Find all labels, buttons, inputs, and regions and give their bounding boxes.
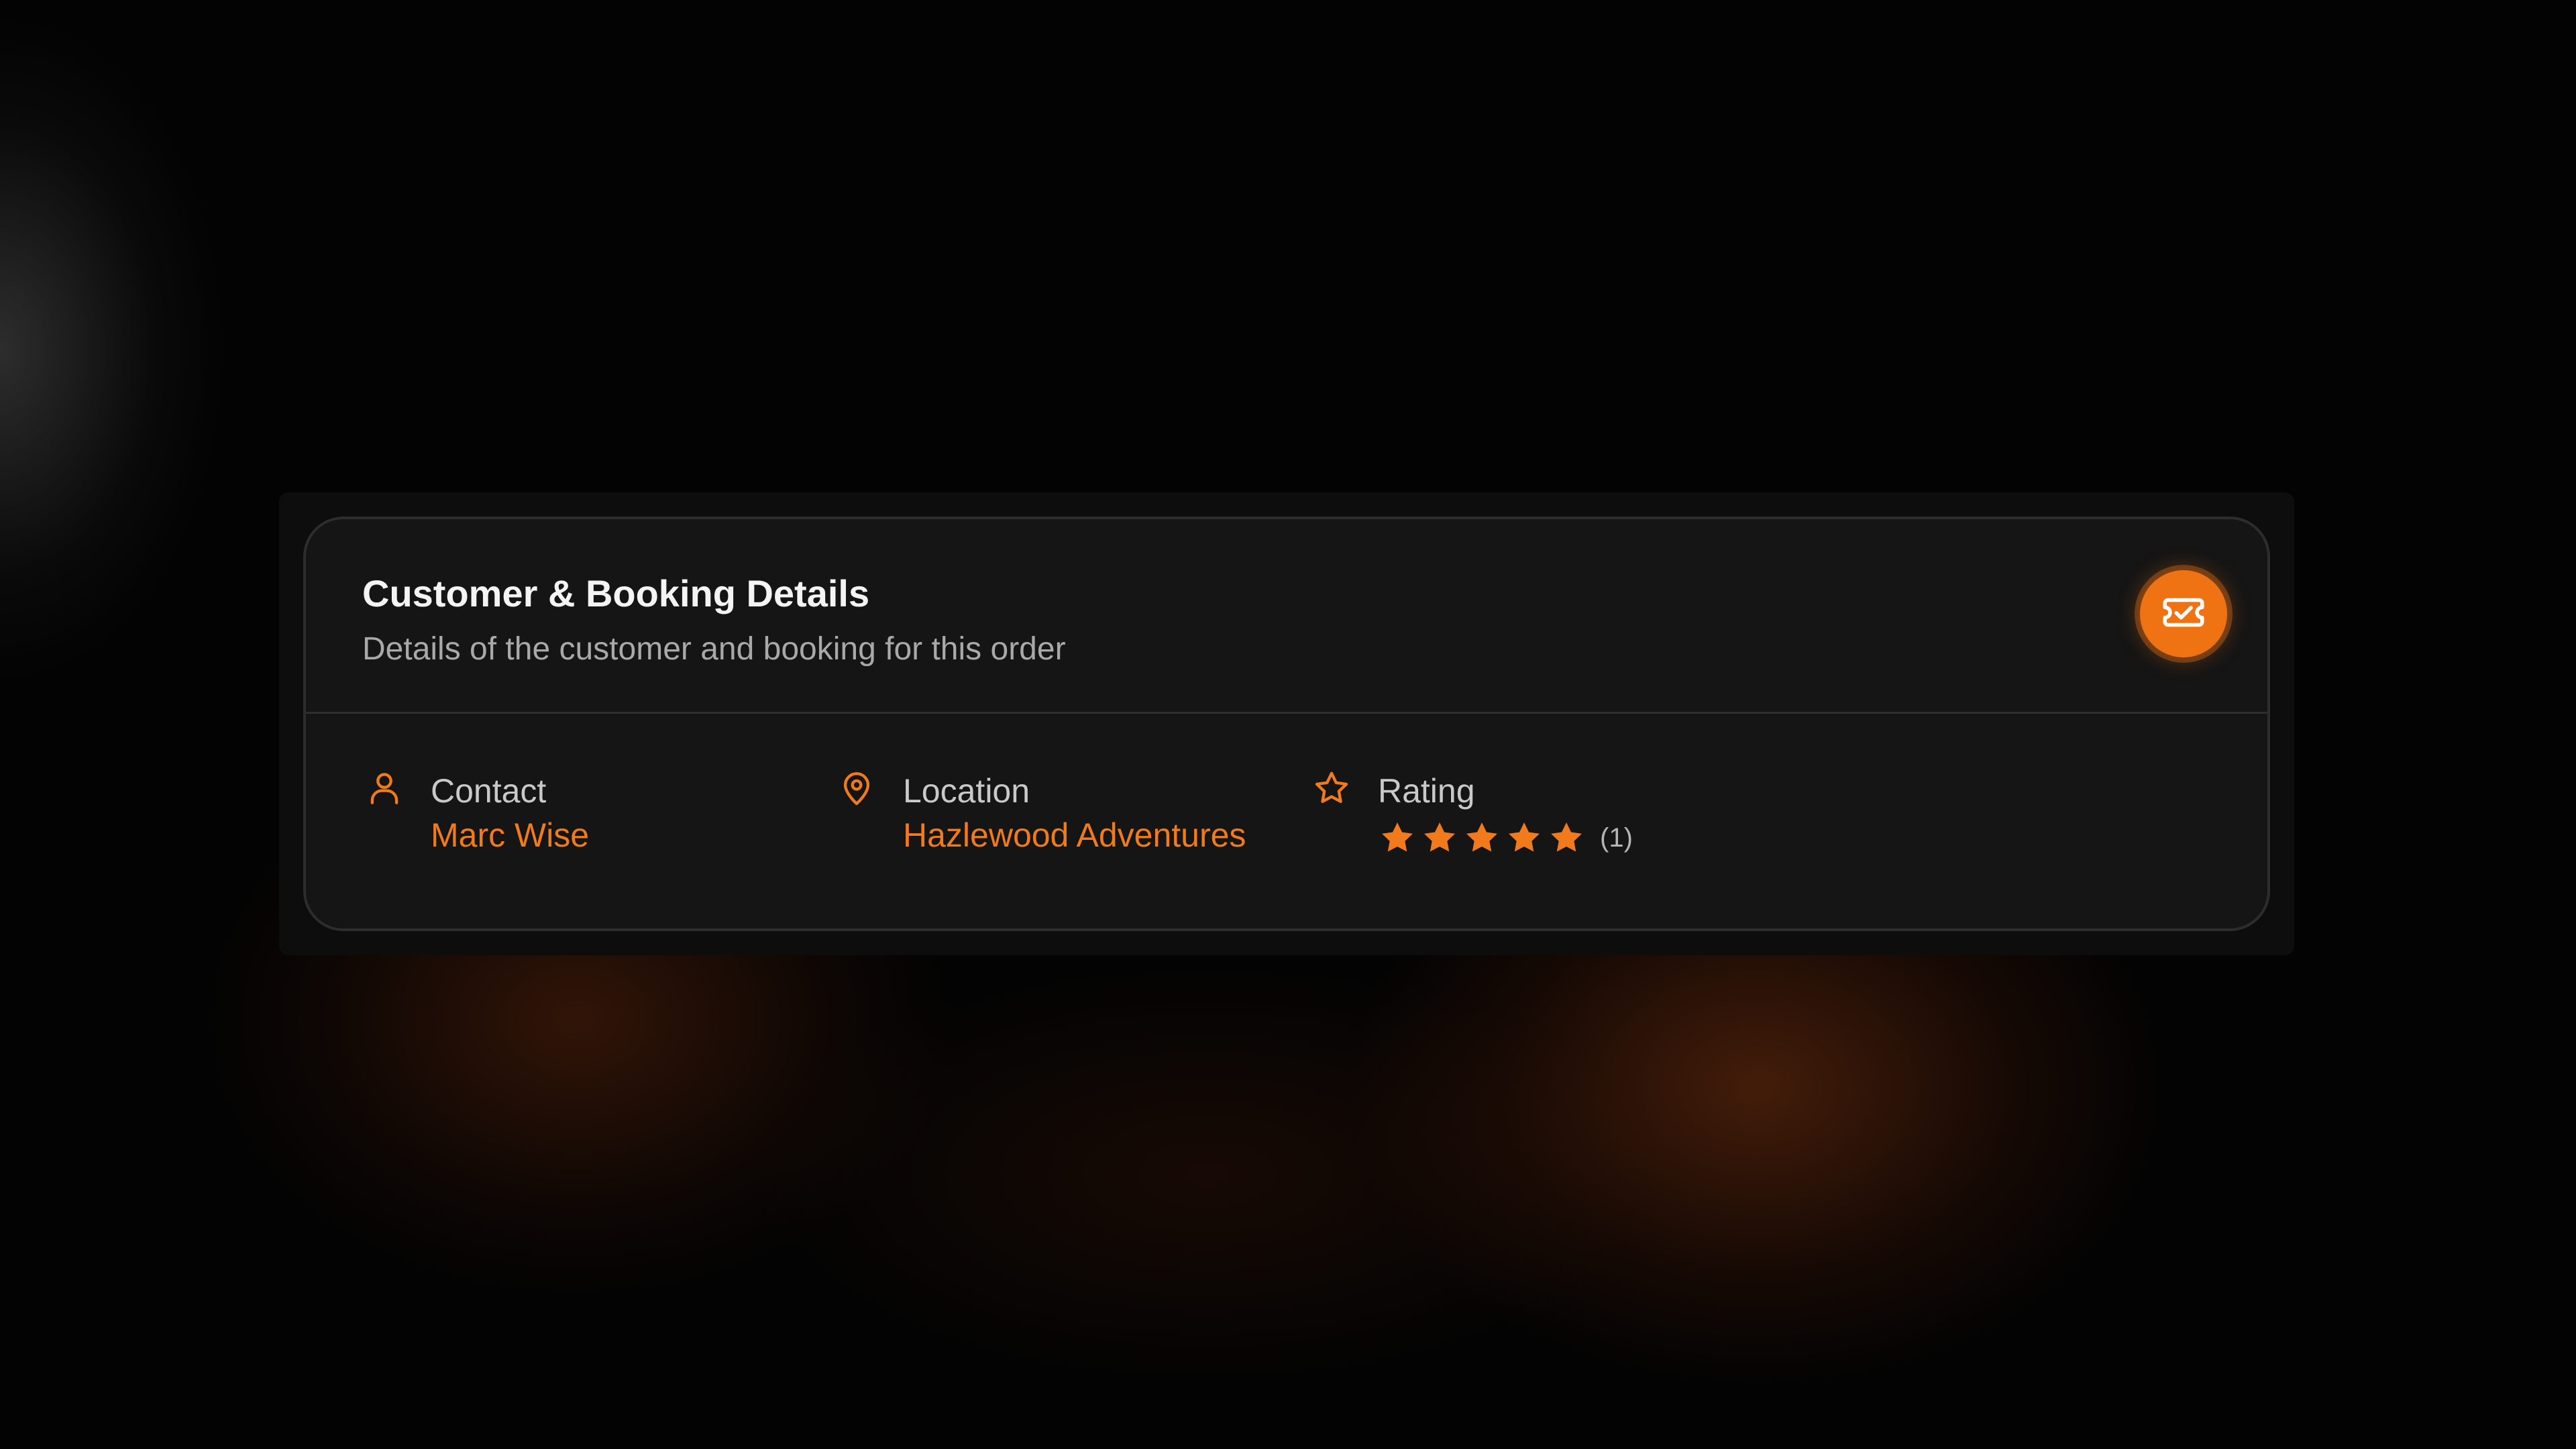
contact-value-link[interactable]: Marc Wise [431,816,589,855]
user-icon [365,769,404,808]
star-filled-icon [1378,818,1417,857]
star-filled-icon [1547,818,1586,857]
star-filled-icon [1462,818,1501,857]
star-outline-icon [1312,769,1351,808]
card-title: Customer & Booking Details [362,572,870,614]
card-header: Customer & Booking Details Details of th… [306,519,2267,714]
location-label: Location [903,772,1030,810]
ticket-check-icon [2159,588,2208,641]
rating-label: Rating [1378,772,1475,810]
location-value-link[interactable]: Hazlewood Adventures [903,816,1246,855]
customer-booking-card: Customer & Booking Details Details of th… [303,517,2270,931]
star-filled-icon [1420,818,1459,857]
contact-label: Contact [431,772,547,810]
star-filled-icon [1505,818,1544,857]
rating-stars: (1) [1378,818,1633,857]
card-body: Contact Marc Wise Location Hazlewood Adv… [306,714,2267,928]
ticket-button[interactable] [2140,570,2227,657]
contact-field: Contact Marc Wise [365,769,741,869]
location-field: Location Hazlewood Adventures [837,769,1307,869]
map-pin-icon [837,769,876,808]
rating-field: Rating (1) [1312,769,1715,869]
page-background: Customer & Booking Details Details of th… [0,0,2576,1449]
rating-count: (1) [1600,822,1633,853]
card-subtitle: Details of the customer and booking for … [362,631,1066,667]
